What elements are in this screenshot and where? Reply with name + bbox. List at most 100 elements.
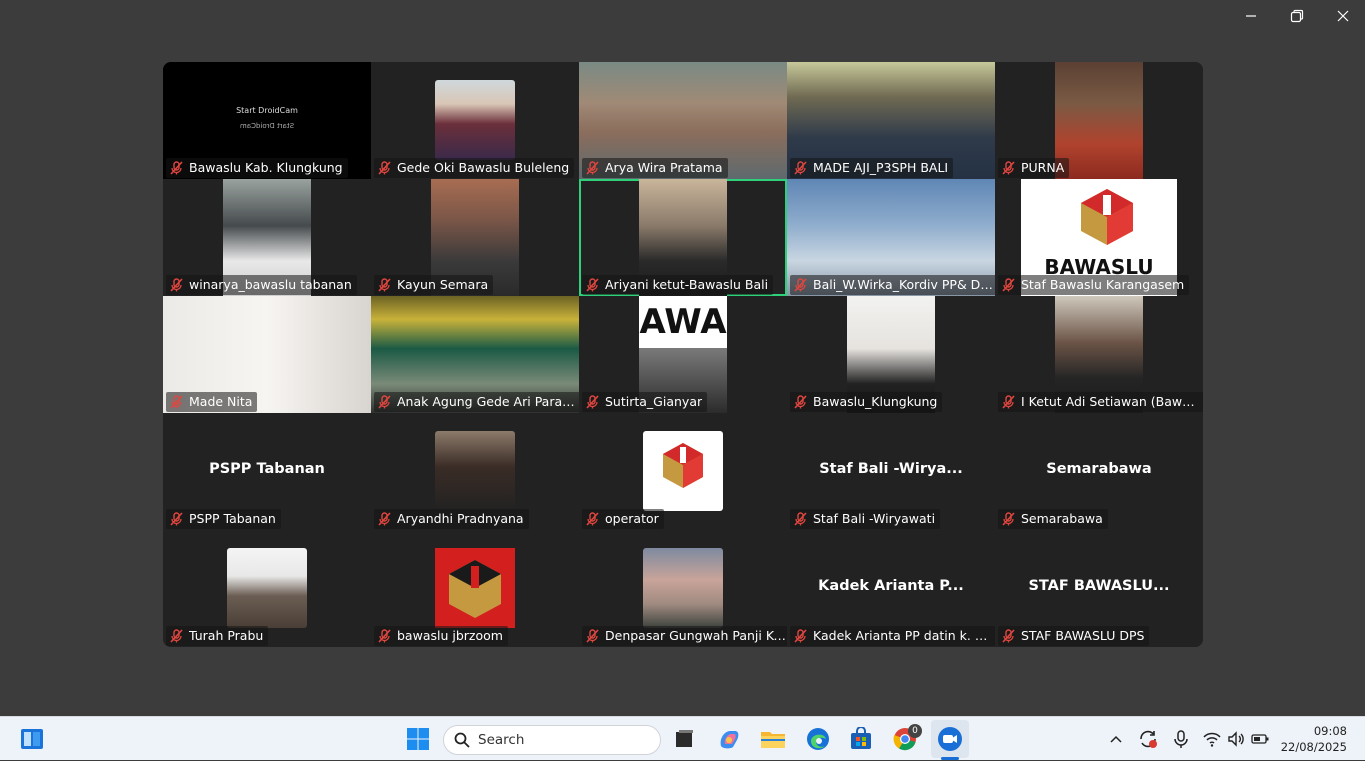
participant-name: winarya_bawaslu tabanan <box>189 277 352 292</box>
participant-display-name: Staf Bali -Wirya... <box>819 461 963 477</box>
participant-name-tag: Bali_W.Wirka_Kordiv PP& Datin <box>790 275 995 295</box>
participant-tile[interactable]: Aryandhi Pradnyana <box>371 413 579 530</box>
widgets-button[interactable] <box>14 717 50 761</box>
participant-name: Anak Agung Gede Ari Paramartha <box>397 394 578 409</box>
battery-button[interactable] <box>1248 717 1272 761</box>
participant-tile[interactable]: PSPP Tabanan PSPP Tabanan <box>163 413 371 530</box>
taskbar-search[interactable]: Search <box>443 725 661 755</box>
mic-muted-icon <box>794 161 807 175</box>
participant-tile[interactable]: AWA Sutirta_Gianyar <box>579 296 787 413</box>
file-explorer-icon <box>761 732 785 748</box>
participant-name-tag: Bawaslu Kab. Klungkung <box>166 158 348 178</box>
mic-muted-icon <box>378 395 391 409</box>
participant-name: Kadek Arianta PP datin k. Asem <box>813 628 994 643</box>
copilot-icon <box>720 731 739 749</box>
search-icon <box>454 732 470 748</box>
taskbar: Search 0 09:08 22/08/2025 <box>0 716 1365 760</box>
participant-tile[interactable]: I Ketut Adi Setiawan (Bawaslu Gianyar) <box>995 296 1203 413</box>
task-view-button[interactable] <box>666 717 702 761</box>
participant-tile[interactable]: Gede Oki Bawaslu Buleleng <box>371 62 579 179</box>
participant-tile[interactable]: Arya Wira Pratama <box>579 62 787 179</box>
mic-muted-icon <box>378 161 391 175</box>
participant-video <box>227 548 307 628</box>
participant-video <box>643 548 723 628</box>
participant-name-tag: Kayun Semara <box>374 275 494 295</box>
volume-button[interactable] <box>1224 717 1248 761</box>
participant-name-tag: bawaslu jbrzoom <box>374 626 508 646</box>
participant-tile[interactable]: bawaslu jbrzoom <box>371 530 579 647</box>
zoom-button[interactable] <box>931 720 969 758</box>
participant-tile[interactable]: winarya_bawaslu tabanan <box>163 179 371 296</box>
sync-icon <box>1140 730 1157 748</box>
widgets-icon <box>21 729 43 749</box>
close-button[interactable] <box>1320 0 1365 32</box>
edge-icon <box>807 728 829 750</box>
participant-tile[interactable]: PURNA <box>995 62 1203 179</box>
participant-tile[interactable]: Kayun Semara <box>371 179 579 296</box>
mic-muted-icon <box>1002 395 1015 409</box>
show-hidden-icons-button[interactable] <box>1104 717 1128 761</box>
participant-name-tag: Turah Prabu <box>166 626 269 646</box>
participant-tile[interactable]: STAF BAWASLU... STAF BAWASLU DPS <box>995 530 1203 647</box>
mic-muted-icon <box>1002 629 1015 643</box>
mic-muted-icon <box>378 278 391 292</box>
participant-video <box>435 431 515 511</box>
restore-button[interactable] <box>1274 0 1320 32</box>
participant-name-tag: MADE AJI_P3SPH BALI <box>790 158 954 178</box>
mic-muted-icon <box>170 629 183 643</box>
wifi-button[interactable] <box>1200 717 1224 761</box>
participant-name: Arya Wira Pratama <box>605 160 723 175</box>
participant-name: operator <box>605 511 659 526</box>
start-icon <box>407 728 429 750</box>
participant-tile[interactable]: operator <box>579 413 787 530</box>
participant-tile[interactable]: Start DroidCam Start DroidCam Bawaslu Kab.… <box>163 62 371 179</box>
participant-name: Ariyani ketut-Bawaslu Bali <box>605 277 769 292</box>
participant-name: PSPP Tabanan <box>189 511 276 526</box>
participant-tile[interactable]: Ariyani ketut-Bawaslu Bali <box>579 179 787 296</box>
mic-tray-button[interactable] <box>1168 717 1194 761</box>
participant-tile[interactable]: MADE AJI_P3SPH BALI <box>787 62 995 179</box>
participant-name: Bawaslu Kab. Klungkung <box>189 160 343 175</box>
system-clock[interactable]: 09:08 22/08/2025 <box>1281 723 1347 755</box>
participant-tile[interactable]: Staf Bali -Wirya... Staf Bali -Wiryawati <box>787 413 995 530</box>
operator-logo-icon <box>663 443 703 488</box>
mic-muted-icon <box>1002 278 1015 292</box>
participant-name-tag: Semarabawa <box>998 509 1108 529</box>
gallery-view: Start DroidCam Start DroidCam Bawaslu Kab.… <box>163 62 1203 647</box>
participant-name: bawaslu jbrzoom <box>397 628 503 643</box>
zoom-icon <box>938 727 962 751</box>
participant-tile[interactable]: Semarabawa Semarabawa <box>995 413 1203 530</box>
start-button[interactable] <box>400 717 436 761</box>
participant-name: Made Nita <box>189 394 253 409</box>
participant-name-tag: operator <box>582 509 664 529</box>
participant-name: Sutirta_Gianyar <box>605 394 703 409</box>
participant-tile[interactable]: Anak Agung Gede Ari Paramartha <box>371 296 579 413</box>
participant-tile[interactable]: Turah Prabu <box>163 530 371 647</box>
file-explorer-button[interactable] <box>755 717 791 761</box>
participant-name-tag: Anak Agung Gede Ari Paramartha <box>374 392 579 412</box>
participant-name-tag: PURNA <box>998 158 1070 178</box>
sync-tray-button[interactable] <box>1135 717 1161 761</box>
participant-name-tag: Staf Bawaslu Karangasem <box>998 275 1190 295</box>
participant-tile[interactable]: BAWASLU Staf Bawaslu Karangasem <box>995 179 1203 296</box>
mic-muted-icon <box>1002 161 1015 175</box>
participant-name: Bawaslu_Klungkung <box>813 394 938 409</box>
store-button[interactable] <box>843 717 879 761</box>
participant-tile[interactable]: Kadek Arianta P... Kadek Arianta PP datin… <box>787 530 995 647</box>
participant-tile[interactable]: Bawaslu_Klungkung <box>787 296 995 413</box>
participant-name-tag: PSPP Tabanan <box>166 509 281 529</box>
participant-display-name: PSPP Tabanan <box>209 461 325 477</box>
participant-tile[interactable]: Denpasar Gungwah Panji Kelana <box>579 530 787 647</box>
mic-muted-icon <box>170 512 183 526</box>
participant-name-tag: Sutirta_Gianyar <box>582 392 708 412</box>
participant-tile[interactable]: Bali_W.Wirka_Kordiv PP& Datin <box>787 179 995 296</box>
minimize-button[interactable] <box>1228 0 1274 32</box>
mic-muted-icon <box>794 395 807 409</box>
participant-name: Semarabawa <box>1021 511 1103 526</box>
copilot-button[interactable] <box>711 717 747 761</box>
droidcam-mirror-text: Start DroidCam <box>239 122 295 130</box>
participant-tile[interactable]: Made Nita <box>163 296 371 413</box>
edge-button[interactable] <box>800 717 836 761</box>
sutirta-bg-text: AWA <box>639 302 727 342</box>
wifi-icon <box>1203 732 1221 747</box>
